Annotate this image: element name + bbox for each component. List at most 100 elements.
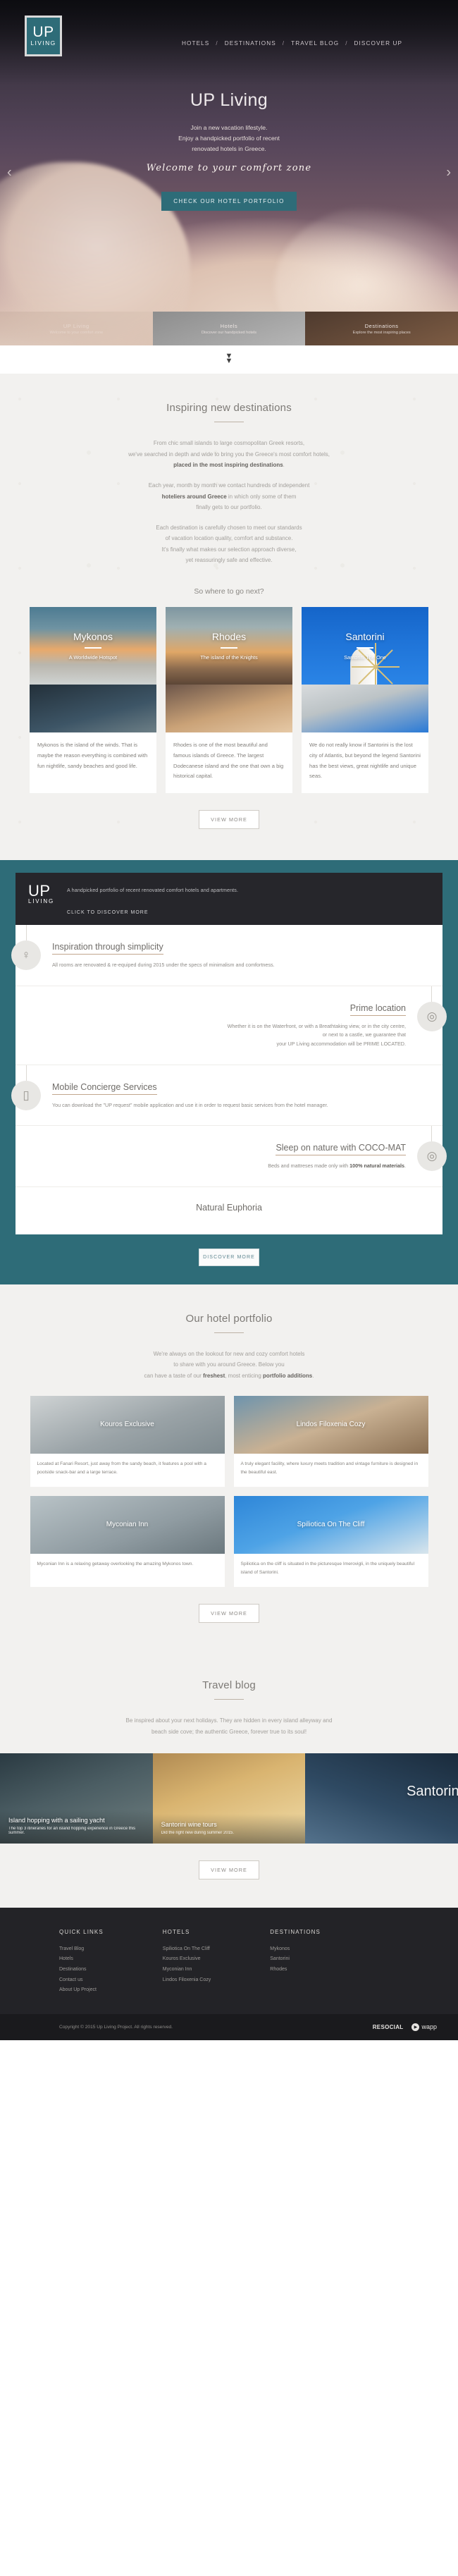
- feature-heading: Inspiration through simplicity: [52, 942, 163, 955]
- discover-more-button[interactable]: DISCOVER MORE: [199, 1248, 259, 1266]
- page-root: UP LIVING HOTELS / DESTINATIONS / TRAVEL…: [0, 0, 458, 2040]
- discover-tagline: A handpicked portfolio of recent renovat…: [67, 887, 239, 894]
- footer-link-contact-us[interactable]: Contact us: [59, 1975, 104, 1986]
- portfolio-p-line3b: , most enticing: [225, 1373, 264, 1380]
- blog-p-line2: beach side cove; the authentic Greece, f…: [151, 1728, 307, 1735]
- nav-item-destinations[interactable]: DESTINATIONS: [225, 40, 276, 47]
- mobile-phone-icon: ▯: [11, 1080, 41, 1110]
- feature-connector-line: [431, 986, 432, 1002]
- dest-p2-line3: finally gets to our portfolio.: [196, 504, 262, 511]
- footer-bottom-bar: Copyright © 2015 Up Living Project. All …: [0, 2013, 458, 2040]
- blog-post-overlay: Island hopping with a sailing yacht The …: [0, 1809, 153, 1844]
- portfolio-p-line3a: can have a taste of our: [144, 1373, 204, 1380]
- hotel-card-text: Spiliotica on the cliff is situated in t…: [240, 1561, 415, 1576]
- feature-mobile-concierge-services: ▯ Mobile Concierge Services You can down…: [11, 1065, 442, 1127]
- blog-post-overlay: Santorini wine tours Did the right new d…: [152, 1813, 306, 1844]
- lamp-glyph: ♀: [21, 948, 31, 962]
- destination-card-text: We do not really know if Santorini is th…: [309, 742, 421, 780]
- blog-posts: Island hopping with a sailing yacht The …: [0, 1753, 458, 1844]
- resocial-logo[interactable]: RESOCIAL: [373, 2024, 404, 2030]
- hero-thumb-3[interactable]: Destinations Explore the most inspiring …: [305, 312, 458, 345]
- hotel-card-image: Kouros Exclusive: [30, 1395, 225, 1454]
- portfolio-view-more-button[interactable]: VIEW MORE: [199, 1604, 259, 1624]
- footer-link-myconian-inn[interactable]: Myconian Inn: [163, 1965, 211, 1975]
- footer-link-hotels[interactable]: Hotels: [59, 1954, 104, 1965]
- footer-column-heading: QUICK LINKS: [59, 1928, 104, 1935]
- destination-card-rhodes[interactable]: Rhodes The island of the Knights Rhodes …: [166, 607, 292, 794]
- footer-link-rhodes[interactable]: Rhodes: [270, 1965, 321, 1975]
- destination-card-rule: [221, 647, 237, 649]
- footer-link-travel-blog[interactable]: Travel Blog: [59, 1944, 104, 1955]
- footer-link-santorini[interactable]: Santorini: [270, 1954, 321, 1965]
- footer-column-quick-links: QUICK LINKS Travel Blog Hotels Destinati…: [59, 1929, 104, 1996]
- destination-card-hero-image: Mykonos A Worldwide Hotspot: [30, 607, 156, 685]
- footer-link-spiliotica[interactable]: Spiliotica On The Cliff: [163, 1944, 211, 1955]
- footer-link-lindos[interactable]: Lindos Filoxenia Cozy: [163, 1975, 211, 1986]
- destination-card-hero-image: Rhodes The island of the Knights: [166, 607, 292, 685]
- footer-link-about-up-project[interactable]: About Up Project: [59, 1985, 104, 1996]
- dest-p3-line3: It's finally what makes our selection ap…: [161, 546, 297, 553]
- hotel-card-spiliotica-on-the-cliff[interactable]: Spiliotica On The Cliff Spiliotica on th…: [233, 1495, 428, 1588]
- destination-card-mykonos[interactable]: Mykonos A Worldwide Hotspot Mykonos is t…: [30, 607, 156, 794]
- feature-text-a: Beds and mattreses made only with: [268, 1163, 350, 1170]
- carousel-next-arrow[interactable]: ›: [446, 165, 451, 181]
- blog-post-santorini-wine-tours[interactable]: Santorini wine tours Did the right new d…: [152, 1753, 306, 1844]
- hero-content: UP Living Join a new vacation lifestyle.…: [0, 90, 458, 211]
- dest-p1-bold: placed in the most inspiring destination…: [173, 462, 283, 469]
- discover-logo[interactable]: UP LIVING: [28, 883, 54, 915]
- blog-post-title: Santorini: [407, 1784, 458, 1800]
- hotel-card-image: Spiliotica On The Cliff: [233, 1495, 428, 1554]
- nav-item-travel-blog[interactable]: TRAVEL BLOG: [291, 40, 339, 47]
- feature-connector-line: [26, 1065, 27, 1081]
- destination-card-photo: [302, 685, 428, 733]
- footer-link-destinations[interactable]: Destinations: [59, 1965, 104, 1975]
- feature-text-line2: or next to a castle, we guarantee that: [322, 1031, 406, 1038]
- blog-section: Travel blog Be inspired about your next …: [0, 1654, 458, 1908]
- feature-text-bold: 100% natural materials: [349, 1163, 404, 1170]
- scroll-down-indicator[interactable]: ▼ ▼: [0, 345, 458, 374]
- destination-card-tagline: The island of the Knights: [200, 654, 258, 661]
- destinations-view-more-button[interactable]: VIEW MORE: [199, 810, 259, 830]
- wapp-logo[interactable]: ▶ wapp: [411, 2023, 437, 2031]
- site-logo[interactable]: UP LIVING: [25, 16, 62, 56]
- mobile-phone-glyph: ▯: [23, 1088, 30, 1102]
- discover-header: UP LIVING A handpicked portfolio of rece…: [16, 873, 442, 926]
- hotel-card-lindos-filoxenia-cozy[interactable]: Lindos Filoxenia Cozy A truly elegant fa…: [233, 1395, 428, 1487]
- dest-p3-line1: Each destination is carefully chosen to …: [156, 524, 302, 531]
- blog-post-santorini[interactable]: Santorini: [305, 1753, 458, 1844]
- blog-paragraph: Be inspired about your next holidays. Th…: [0, 1715, 458, 1737]
- hotel-card-kouros-exclusive[interactable]: Kouros Exclusive Located at Fanari Resor…: [30, 1395, 225, 1487]
- portfolio-title: Our hotel portfolio: [185, 1312, 273, 1325]
- hotel-card-myconian-inn[interactable]: Myconian Inn Myconian Inn is a relaxing …: [30, 1495, 225, 1588]
- hotel-card-name: Myconian Inn: [106, 1521, 149, 1529]
- feature-heading: Sleep on nature with COCO-MAT: [276, 1143, 406, 1156]
- feature-text: All rooms are renovated & re-equiped dur…: [52, 962, 275, 969]
- carousel-prev-arrow[interactable]: ‹: [7, 165, 12, 181]
- discover-more-link[interactable]: CLICK TO DISCOVER MORE: [67, 910, 238, 915]
- blog-post-island-hopping[interactable]: Island hopping with a sailing yacht The …: [0, 1753, 153, 1844]
- destination-card-name: Rhodes: [211, 631, 247, 643]
- nav-item-discover-up[interactable]: DISCOVER UP: [354, 40, 403, 47]
- feature-text: You can download the "UP request" mobile…: [52, 1101, 328, 1108]
- feature-natural-euphoria: Natural Euphoria: [16, 1187, 442, 1234]
- feature-text-b: .: [404, 1163, 406, 1170]
- blog-title: Travel blog: [202, 1679, 256, 1692]
- title-rule: [214, 1332, 244, 1333]
- blog-view-more-button[interactable]: VIEW MORE: [199, 1860, 259, 1879]
- hero-thumb-2[interactable]: Hotels Discover our handpicked hotels: [152, 312, 306, 345]
- hero-thumb-1[interactable]: UP Living Welcome to your comfort zone: [0, 312, 153, 345]
- destination-card-santorini[interactable]: Santorini Santorini The One We do not re…: [302, 607, 428, 794]
- hotel-card-name: Lindos Filoxenia Cozy: [296, 1421, 366, 1429]
- dest-p3-line2: of vacation location quality, comfort an…: [165, 535, 293, 542]
- hero-cta-button[interactable]: CHECK OUR HOTEL PORTFOLIO: [161, 192, 297, 211]
- feature-text-line1: Whether it is on the Waterfront, or with…: [227, 1022, 406, 1029]
- footer-link-mykonos[interactable]: Mykonos: [270, 1944, 321, 1955]
- footer-link-kouros[interactable]: Kouros Exclusive: [163, 1954, 211, 1965]
- nav-item-hotels[interactable]: HOTELS: [182, 40, 209, 47]
- hero-thumb-desc: Welcome to your comfort zone: [49, 330, 104, 335]
- hero-thumb-title: Destinations: [364, 322, 399, 329]
- destination-card-text: Mykonos is the island of the winds. That…: [37, 742, 148, 769]
- nav-separator: /: [345, 40, 348, 47]
- destinations-subtitle: So where to go next?: [194, 587, 264, 596]
- wapp-label: wapp: [421, 2023, 437, 2031]
